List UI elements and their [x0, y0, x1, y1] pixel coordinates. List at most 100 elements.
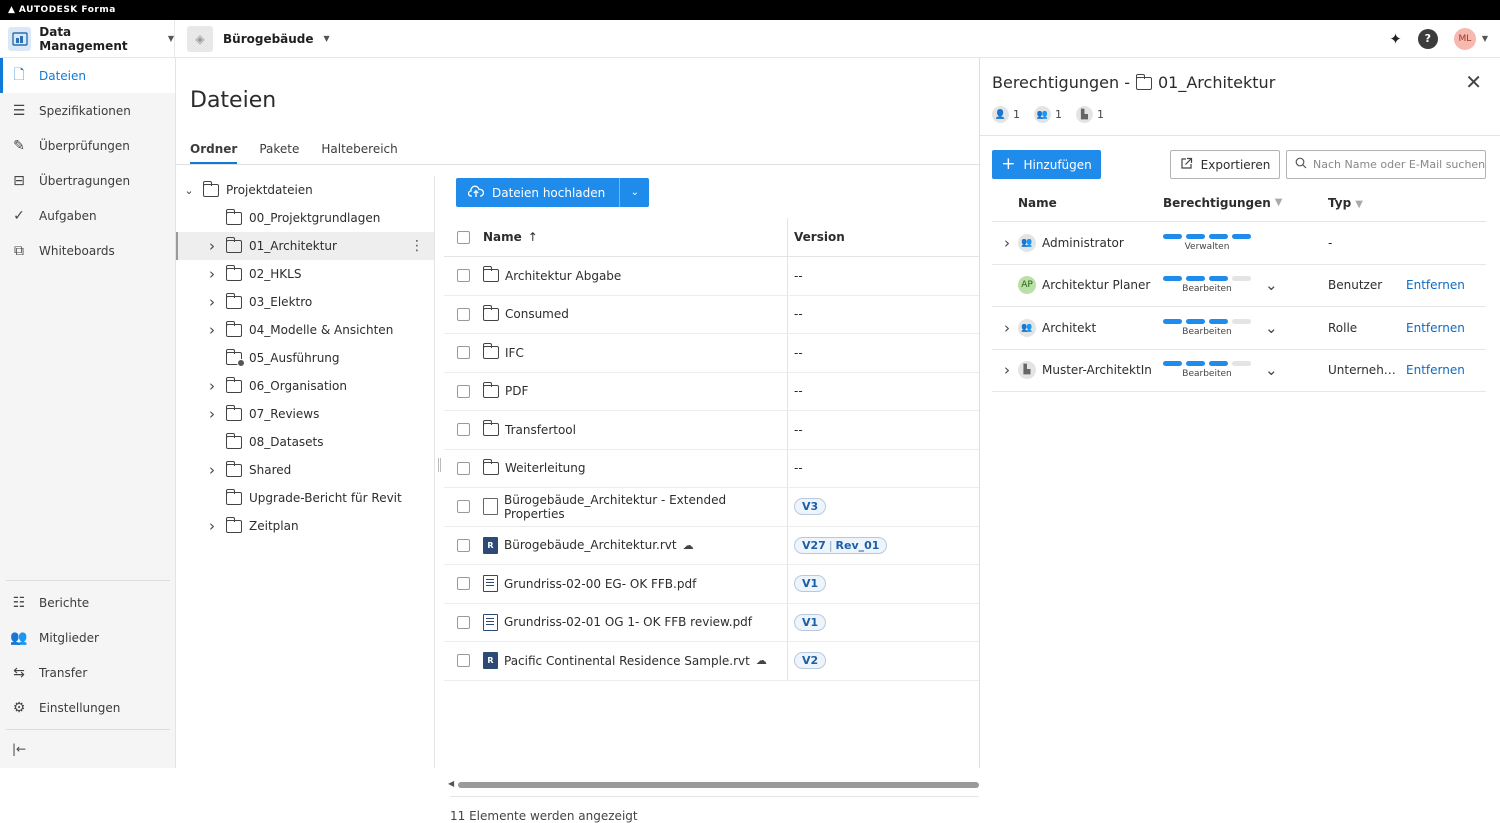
version-badge[interactable]: V3	[794, 498, 827, 516]
chevron-right-icon[interactable]: ›	[205, 461, 219, 479]
scroll-left-icon[interactable]: ◀	[448, 779, 454, 788]
filter-icon[interactable]: ▼	[1355, 199, 1363, 210]
chevron-right-icon[interactable]: ›	[1002, 361, 1012, 379]
more-options-icon[interactable]: ⋮	[410, 238, 424, 254]
table-row[interactable]: AP Architektur Planer Bearbeiten ⌄ Benutzer E…	[992, 265, 1486, 307]
file-name[interactable]: Bürogebäude_Architektur.rvt	[504, 538, 677, 552]
module-switcher[interactable]: Data Management ▼	[0, 20, 175, 57]
chevron-right-icon[interactable]: ›	[205, 405, 219, 423]
tab-0[interactable]: Ordner	[190, 142, 238, 164]
file-name[interactable]: PDF	[505, 384, 528, 398]
sidebar-item-settings[interactable]: ⚙ Einstellungen	[0, 690, 176, 725]
permission-level-cell[interactable]: Bearbeiten ⌄	[1163, 318, 1328, 337]
chevron-right-icon[interactable]: ›	[205, 321, 219, 339]
chevron-right-icon[interactable]: ›	[1002, 319, 1012, 337]
file-name[interactable]: Consumed	[505, 307, 569, 321]
tab-1[interactable]: Pakete	[259, 142, 299, 164]
chevron-right-icon[interactable]: ›	[1002, 234, 1012, 252]
file-name[interactable]: Architektur Abgabe	[505, 269, 621, 283]
sidebar-item-reports[interactable]: ☷ Berichte	[0, 585, 176, 620]
user-menu[interactable]: ML ▼	[1453, 27, 1488, 50]
tree-folder-item[interactable]: › 01_Architektur ⋮	[176, 232, 434, 260]
name-column-header[interactable]: Name	[992, 196, 1163, 210]
table-row[interactable]: › 👥 Administrator Verwalten -	[992, 222, 1486, 265]
file-name[interactable]: IFC	[505, 346, 524, 360]
search-input[interactable]	[1313, 158, 1485, 171]
table-row[interactable]: R Pacific Continental Residence Sample.rv…	[444, 642, 979, 681]
chevron-down-icon[interactable]: ⌄	[182, 184, 196, 197]
tree-folder-item[interactable]: › 06_Organisation	[176, 372, 434, 400]
horizontal-scrollbar[interactable]: ◀	[448, 779, 979, 788]
remove-button[interactable]: Entfernen	[1406, 321, 1465, 335]
row-checkbox[interactable]	[457, 384, 470, 398]
row-checkbox[interactable]	[457, 307, 470, 321]
sidebar-item-reviews[interactable]: ✎ Überprüfungen	[0, 128, 175, 163]
project-switcher[interactable]: ◈ Bürogebäude ▼	[175, 25, 330, 52]
tree-folder-item[interactable]: Upgrade-Bericht für Revit	[176, 484, 434, 512]
table-row[interactable]: Grundriss-02-01 OG 1- OK FFB review.pdf V…	[444, 603, 979, 642]
file-name[interactable]: Weiterleitung	[505, 461, 585, 475]
sidebar-item-transmittals[interactable]: ⊟ Übertragungen	[0, 163, 175, 198]
close-icon[interactable]: ✕	[1465, 70, 1482, 94]
tree-root[interactable]: ⌄ Projektdateien	[176, 176, 434, 204]
table-row[interactable]: › ▙ Muster-ArchitektIn Bearbeiten ⌄ Unterneh……	[992, 350, 1486, 392]
file-name[interactable]: Pacific Continental Residence Sample.rvt	[504, 654, 750, 668]
filter-icon[interactable]: ▼	[1275, 197, 1283, 208]
version-badge[interactable]: V27 | Rev_01	[794, 536, 888, 554]
permission-level-cell[interactable]: Bearbeiten ⌄	[1163, 276, 1328, 294]
row-checkbox[interactable]	[457, 538, 470, 552]
name-column-header[interactable]: Name ↑	[444, 218, 788, 256]
version-badge[interactable]: V1	[794, 575, 827, 593]
tab-2[interactable]: Haltebereich	[321, 142, 397, 164]
file-name[interactable]: Bürogebäude_Architektur - Extended Prope…	[504, 493, 787, 521]
remove-button[interactable]: Entfernen	[1406, 363, 1465, 377]
tree-folder-item[interactable]: › 07_Reviews	[176, 400, 434, 428]
table-row[interactable]: PDF --	[444, 372, 979, 411]
tree-folder-item[interactable]: › 03_Elektro	[176, 288, 434, 316]
upload-options-dropdown[interactable]: ⌄	[619, 178, 650, 207]
sidebar-item-tasks[interactable]: ✓ Aufgaben	[0, 198, 175, 233]
table-row[interactable]: Transfertool --	[444, 411, 979, 450]
row-checkbox[interactable]	[457, 615, 470, 629]
table-row[interactable]: IFC --	[444, 334, 979, 373]
row-checkbox[interactable]	[457, 461, 470, 475]
select-all-checkbox[interactable]	[457, 230, 470, 244]
version-badge[interactable]: V2	[794, 652, 827, 670]
file-name[interactable]: Grundriss-02-01 OG 1- OK FFB review.pdf	[504, 615, 752, 629]
sidebar-item-whiteboards[interactable]: ⧉ Whiteboards	[0, 233, 175, 268]
ai-assistant-icon[interactable]: ✦	[1389, 30, 1402, 48]
tree-folder-item[interactable]: › Zeitplan	[176, 512, 434, 540]
tree-folder-item[interactable]: › Shared	[176, 456, 434, 484]
row-checkbox[interactable]	[457, 500, 470, 514]
sidebar-item-transfer[interactable]: ⇆ Transfer	[0, 655, 176, 690]
tree-folder-item[interactable]: › 02_HKLS	[176, 260, 434, 288]
tree-folder-item[interactable]: 05_Ausführung	[176, 344, 434, 372]
version-column-header[interactable]: Version	[788, 218, 845, 256]
sidebar-item-file[interactable]: 🗋 Dateien	[0, 58, 175, 93]
tree-folder-item[interactable]: › 04_Modelle & Ansichten	[176, 316, 434, 344]
export-button[interactable]: Exportieren	[1170, 150, 1280, 179]
row-checkbox[interactable]	[457, 654, 470, 668]
type-column-header[interactable]: Typ ▼	[1328, 196, 1406, 210]
version-badge[interactable]: V1	[794, 613, 827, 631]
add-permission-button[interactable]: + Hinzufügen	[992, 150, 1101, 179]
row-checkbox[interactable]	[457, 423, 470, 437]
upload-files-button[interactable]: Dateien hochladen	[456, 178, 620, 207]
permissions-column-header[interactable]: Berechtigungen ▼	[1163, 196, 1328, 210]
sort-ascending-icon[interactable]: ↑	[528, 230, 538, 244]
chevron-down-icon[interactable]: ⌄	[1265, 319, 1278, 337]
table-row[interactable]: Consumed --	[444, 295, 979, 334]
table-row[interactable]: Weiterleitung --	[444, 449, 979, 488]
row-checkbox[interactable]	[457, 577, 470, 591]
chevron-right-icon[interactable]: ›	[205, 293, 219, 311]
sidebar-item-members[interactable]: 👥 Mitglieder	[0, 620, 176, 655]
chevron-right-icon[interactable]: ›	[205, 237, 219, 255]
remove-button[interactable]: Entfernen	[1406, 278, 1465, 292]
scrollbar-thumb[interactable]	[458, 782, 979, 788]
tree-folder-item[interactable]: 00_Projektgrundlagen	[176, 204, 434, 232]
chevron-down-icon[interactable]: ⌄	[1265, 361, 1278, 379]
chevron-down-icon[interactable]: ⌄	[1265, 276, 1278, 294]
row-checkbox[interactable]	[457, 346, 470, 360]
collapse-sidebar-button[interactable]: |←	[0, 730, 176, 768]
help-icon[interactable]: ?	[1417, 28, 1438, 49]
